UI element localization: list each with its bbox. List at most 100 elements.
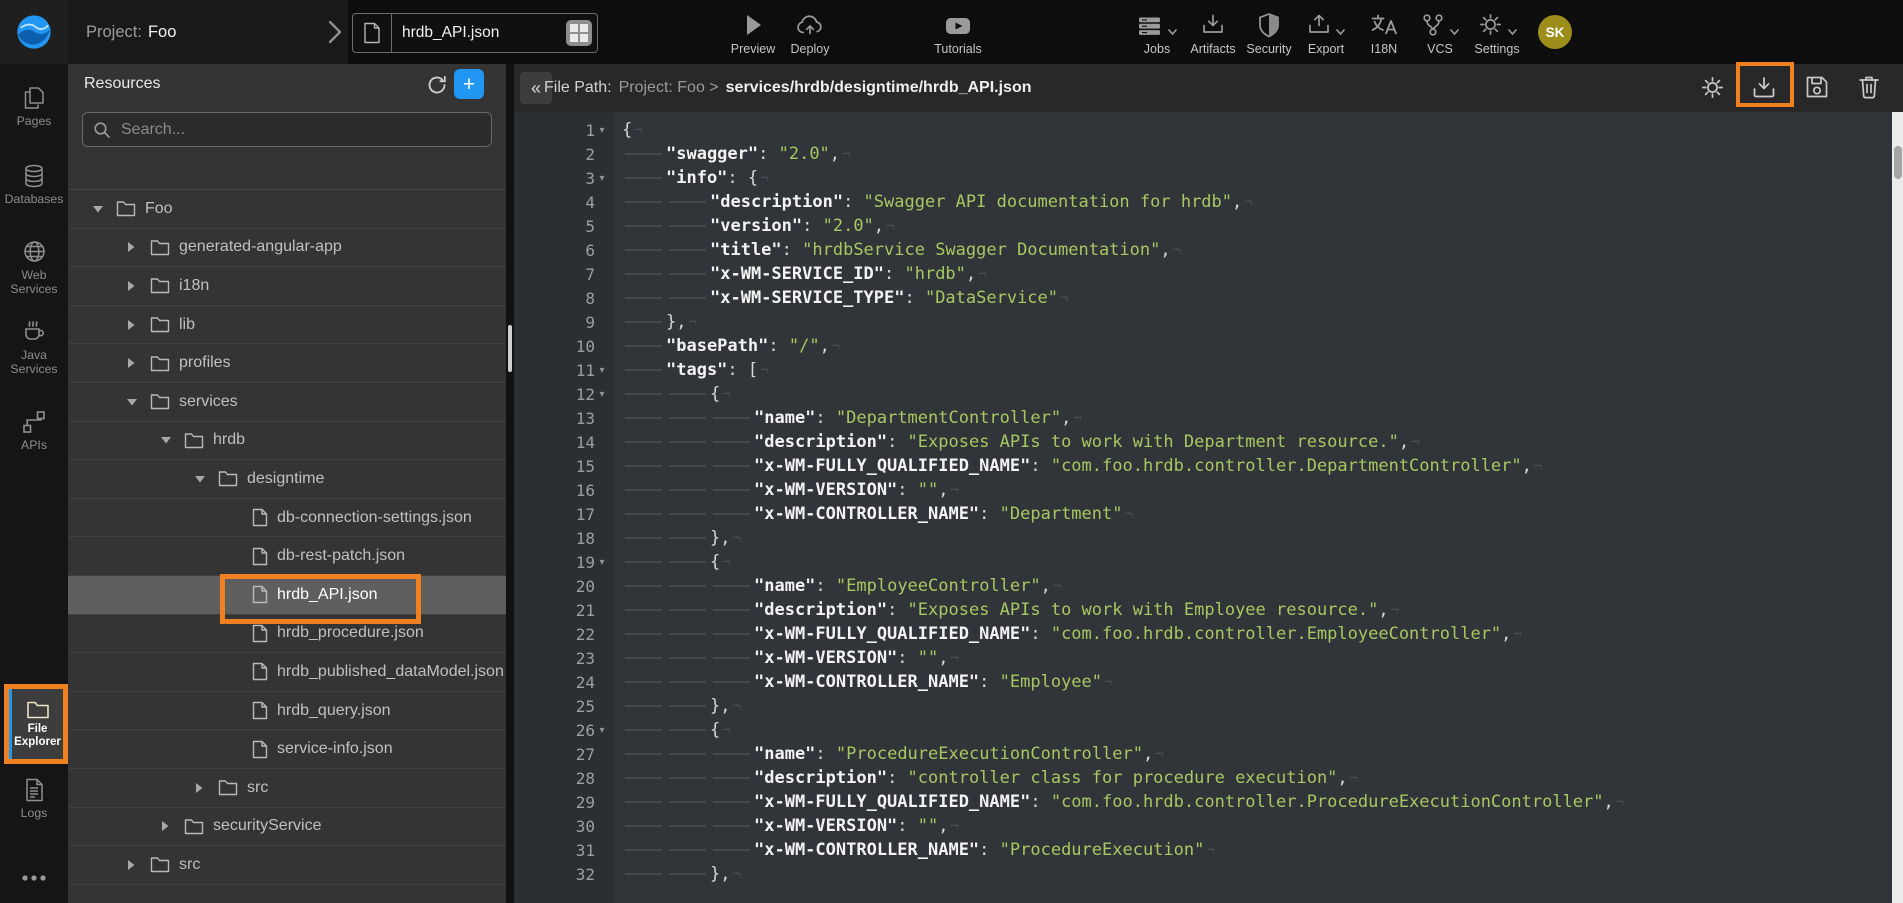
tree-item-db-rest-patch.json[interactable]: db-rest-patch.json [68, 537, 506, 576]
fold-arrow-icon[interactable]: ▾ [595, 173, 609, 184]
newline-marker: ¬ [951, 819, 959, 835]
tree-item-hrdb[interactable]: hrdb [68, 422, 506, 461]
refresh-button[interactable] [426, 74, 448, 96]
sidebar-item-java-services[interactable]: Java Services [0, 318, 68, 376]
code-line[interactable]: "x-WM-FULLY_QUALIFIED_NAME": "com.foo.hr… [622, 622, 1903, 646]
caret-right-icon[interactable] [194, 782, 218, 794]
caret-down-icon[interactable] [92, 204, 116, 214]
code-line[interactable]: "version": "2.0",¬ [622, 214, 1903, 238]
code-line[interactable]: "info": {¬ [622, 166, 1903, 190]
tree-item-designtime[interactable]: designtime [68, 460, 506, 499]
code-line[interactable]: },¬ [622, 862, 1903, 886]
settings-button[interactable] [1699, 74, 1726, 101]
code-line[interactable]: "x-WM-SERVICE_ID": "hrdb",¬ [622, 262, 1903, 286]
caret-right-icon[interactable] [126, 280, 150, 292]
grid-icon[interactable] [566, 20, 592, 46]
sidebar-item-web-services[interactable]: Web Services [0, 238, 68, 296]
fold-arrow-icon[interactable]: ▾ [595, 389, 609, 400]
sidebar-item-pages[interactable]: Pages [0, 84, 68, 128]
code-line[interactable]: "name": "ProcedureExecutionController",¬ [622, 742, 1903, 766]
more-options-button[interactable] [0, 864, 68, 891]
code-line[interactable]: "x-WM-CONTROLLER_NAME": "Department"¬ [622, 502, 1903, 526]
tree-item-lib[interactable]: lib [68, 306, 506, 345]
caret-down-icon[interactable] [126, 397, 150, 407]
code-line[interactable]: "x-WM-FULLY_QUALIFIED_NAME": "com.foo.hr… [622, 454, 1903, 478]
code-line[interactable]: "x-WM-FULLY_QUALIFIED_NAME": "com.foo.hr… [622, 790, 1903, 814]
save-button[interactable] [1804, 74, 1830, 100]
code-line[interactable]: },¬ [622, 526, 1903, 550]
code-line[interactable]: "description": "controller class for pro… [622, 766, 1903, 790]
open-file-tab[interactable]: hrdb_API.json [352, 13, 598, 53]
caret-right-icon[interactable] [126, 357, 150, 369]
settings-button[interactable]: Settings [1455, 10, 1539, 56]
fold-arrow-icon[interactable]: ▾ [595, 557, 609, 568]
caret-right-icon[interactable] [160, 820, 184, 832]
code-line[interactable]: "x-WM-SERVICE_TYPE": "DataService"¬ [622, 286, 1903, 310]
folder-icon [184, 432, 204, 449]
tree-item-generated-angular-app[interactable]: generated-angular-app [68, 229, 506, 268]
tree-item-hrdb_API.json[interactable]: hrdb_API.json [68, 576, 506, 615]
caret-right-icon[interactable] [126, 319, 150, 331]
tab-indicator [666, 532, 710, 544]
tree-item-service-info.json[interactable]: service-info.json [68, 730, 506, 769]
tab-indicator [622, 148, 666, 160]
tree-item-Foo[interactable]: Foo [68, 190, 506, 229]
code-line[interactable]: "x-WM-CONTROLLER_NAME": "Employee"¬ [622, 670, 1903, 694]
tutorials-button[interactable]: Tutorials [916, 10, 1000, 56]
code-line[interactable]: {¬ [622, 118, 1903, 142]
code-line[interactable]: },¬ [622, 310, 1903, 334]
code-line[interactable]: "description": "Exposes APIs to work wit… [622, 598, 1903, 622]
sidebar-item-databases[interactable]: Databases [0, 162, 68, 206]
code-line[interactable]: },¬ [622, 694, 1903, 718]
tree-item-src[interactable]: src [68, 846, 506, 885]
tree-item-db-connection-settings.json[interactable]: db-connection-settings.json [68, 499, 506, 538]
code-line[interactable]: "description": "Swagger API documentatio… [622, 190, 1903, 214]
code-line[interactable]: "x-WM-VERSION": "",¬ [622, 814, 1903, 838]
code-line[interactable]: "x-WM-CONTROLLER_NAME": "ProcedureExecut… [622, 838, 1903, 862]
tree-item-securityService[interactable]: securityService [68, 808, 506, 847]
editor-scrollbar[interactable] [1892, 112, 1903, 903]
deploy-button[interactable]: Deploy [768, 10, 852, 56]
sidebar-item-logs[interactable]: Logs [0, 776, 68, 820]
code-line[interactable]: "basePath": "/",¬ [622, 334, 1903, 358]
code-line[interactable]: "description": "Exposes APIs to work wit… [622, 430, 1903, 454]
fold-arrow-icon[interactable]: ▾ [595, 365, 609, 376]
tree-item-hrdb_published_dataModel.json[interactable]: hrdb_published_dataModel.json [68, 653, 506, 692]
sidebar-item-file-explorer[interactable]: File Explorer [4, 684, 68, 764]
user-avatar[interactable]: SK [1538, 15, 1572, 49]
delete-button[interactable] [1857, 74, 1881, 100]
code-line[interactable]: {¬ [622, 382, 1903, 406]
add-resource-button[interactable]: + [454, 69, 484, 99]
tree-item-i18n[interactable]: i18n [68, 267, 506, 306]
tree-item-profiles[interactable]: profiles [68, 344, 506, 383]
tab-indicator [710, 436, 754, 448]
download-button[interactable] [1750, 74, 1778, 101]
caret-right-icon[interactable] [126, 859, 150, 871]
fold-arrow-icon[interactable]: ▾ [595, 725, 609, 736]
sidebar-item-apis[interactable]: APIs [0, 408, 68, 452]
editor-scrollbar-thumb[interactable] [1894, 146, 1902, 179]
code-editor[interactable]: {¬"swagger": "2.0",¬"info": {¬"descripti… [614, 112, 1903, 903]
fold-arrow-icon[interactable]: ▾ [595, 125, 609, 136]
code-line[interactable]: "x-WM-VERSION": "",¬ [622, 478, 1903, 502]
code-line[interactable]: {¬ [622, 550, 1903, 574]
tree-scrollbar-thumb[interactable] [508, 325, 512, 372]
tab-indicator [666, 580, 710, 592]
code-line[interactable]: "tags": [¬ [622, 358, 1903, 382]
caret-down-icon[interactable] [194, 474, 218, 484]
tree-item-hrdb_procedure.json[interactable]: hrdb_procedure.json [68, 615, 506, 654]
app-logo[interactable] [0, 0, 68, 64]
code-line[interactable]: {¬ [622, 718, 1903, 742]
json-punct: , [1232, 192, 1242, 212]
caret-down-icon[interactable] [160, 435, 184, 445]
code-line[interactable]: "x-WM-VERSION": "",¬ [622, 646, 1903, 670]
caret-right-icon[interactable] [126, 241, 150, 253]
code-line[interactable]: "title": "hrdbService Swagger Documentat… [622, 238, 1903, 262]
tree-item-services[interactable]: services [68, 383, 506, 422]
code-line[interactable]: "name": "EmployeeController",¬ [622, 574, 1903, 598]
tree-item-hrdb_query.json[interactable]: hrdb_query.json [68, 692, 506, 731]
tree-item-src[interactable]: src [68, 769, 506, 808]
code-line[interactable]: "name": "DepartmentController",¬ [622, 406, 1903, 430]
code-line[interactable]: "swagger": "2.0",¬ [622, 142, 1903, 166]
search-input[interactable] [119, 120, 481, 140]
